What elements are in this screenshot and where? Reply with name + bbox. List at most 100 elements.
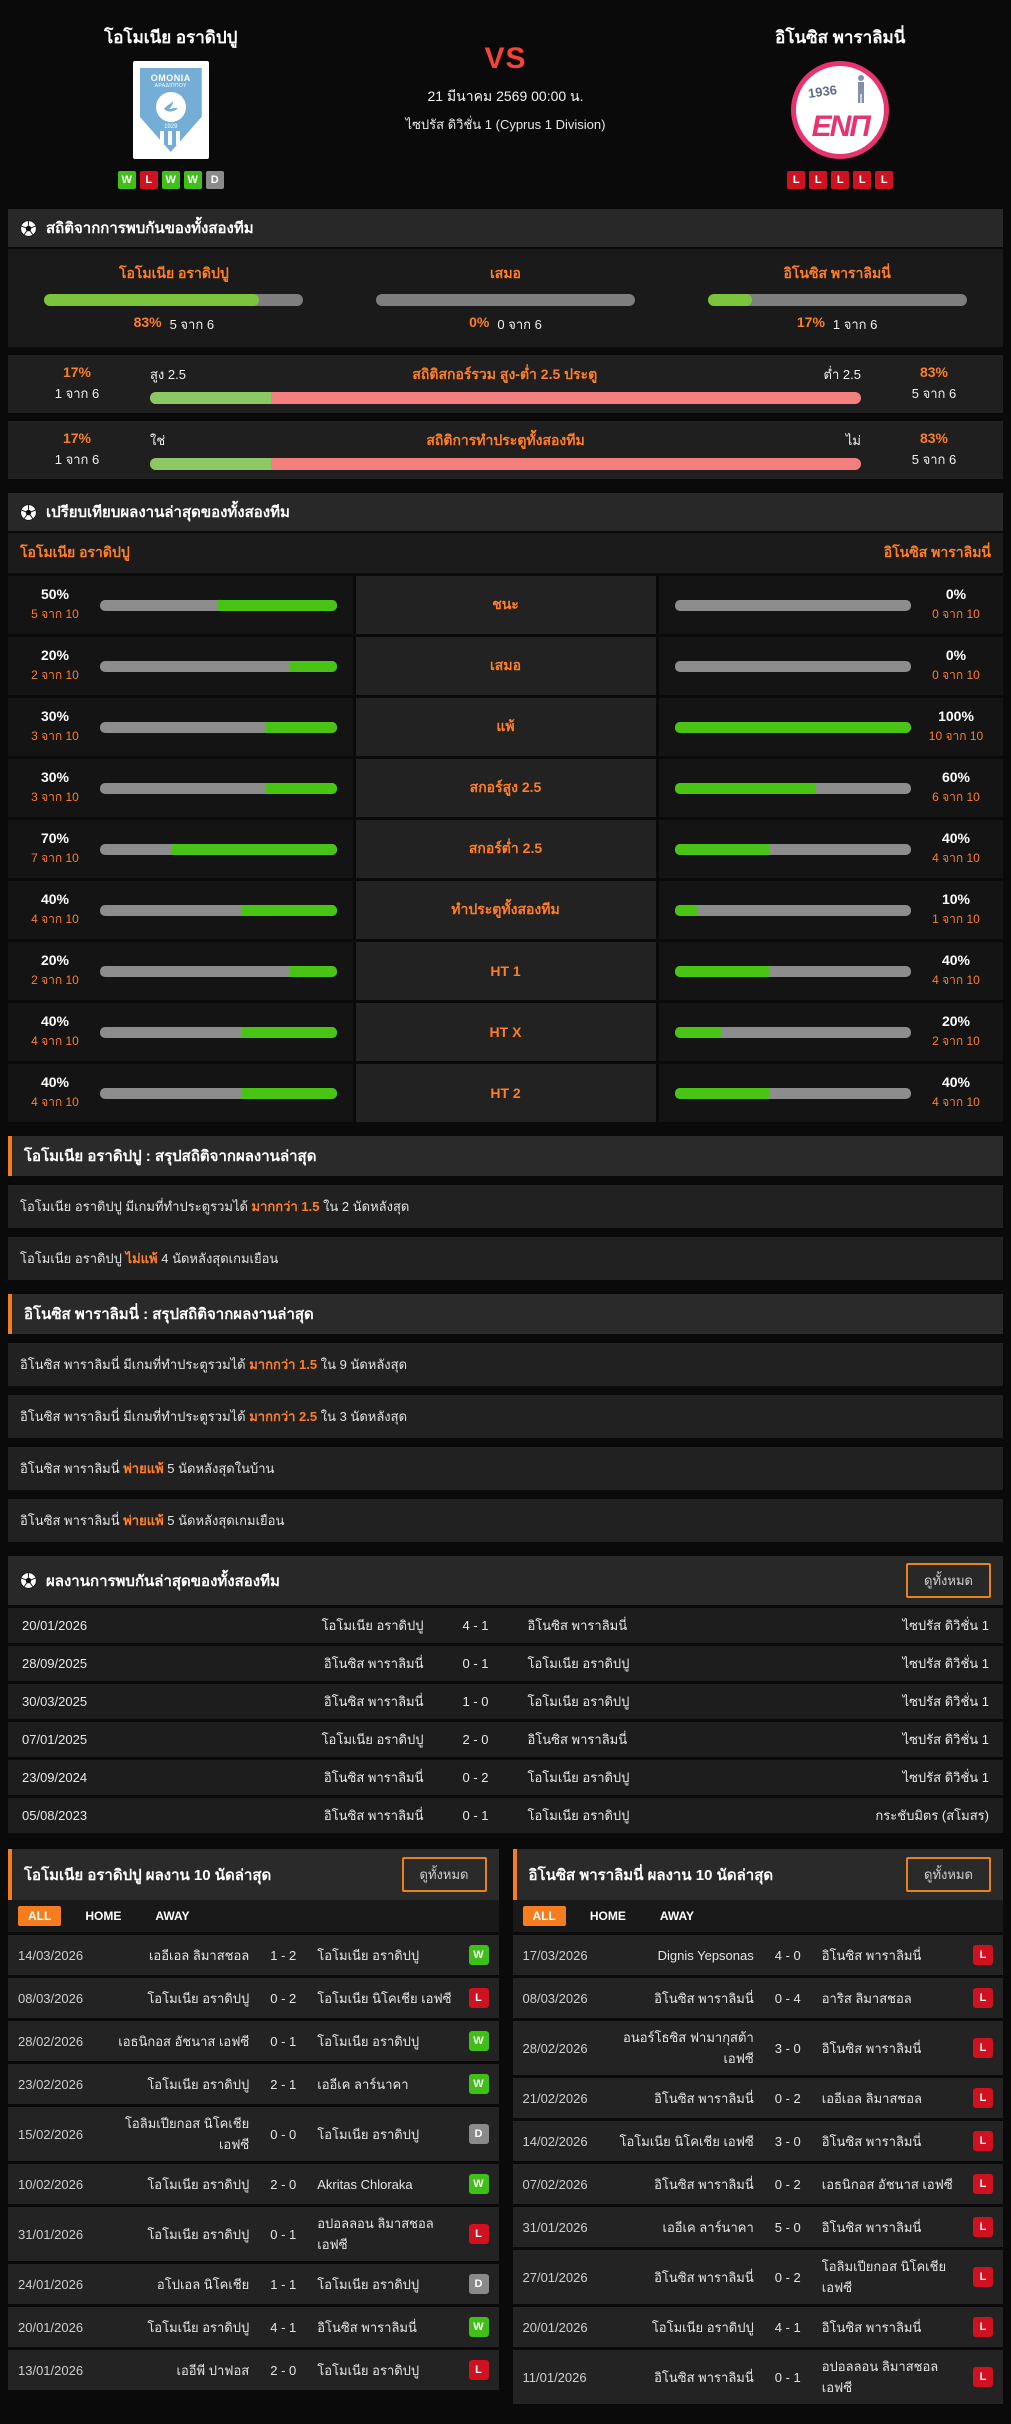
band-labels: ใช่ สถิติการทำประตูทั้งสองทีม ไม่	[150, 430, 861, 452]
compare-home-bar	[100, 661, 337, 672]
match-score: 0 - 1	[257, 2227, 309, 2242]
form-match-row[interactable]: 23/02/2026 โอโมเนีย อราดิปปู 2 - 1 เออีเ…	[8, 2064, 499, 2104]
compare-home-count: 7 จาก 10	[24, 849, 86, 868]
tab-away[interactable]: AWAY	[650, 1906, 704, 1926]
match-date: 31/01/2026	[18, 2227, 110, 2242]
view-all-button[interactable]: ดูทั้งหมด	[906, 1563, 991, 1598]
form-badge: L	[831, 171, 849, 189]
match-away-team: โอโมเนีย อราดิปปู	[516, 1805, 780, 1826]
form-match-row[interactable]: 24/01/2026 อโปเอล นิโคเชีย 1 - 1 โอโมเนี…	[8, 2264, 499, 2304]
compare-home-bar	[100, 844, 337, 855]
compare-row-label: สกอร์ต่ำ 2.5	[356, 820, 656, 878]
form-match-row[interactable]: 28/02/2026 เอธนิกอส อัชนาส เอฟซี 0 - 1 โ…	[8, 2021, 499, 2061]
form-badge: L	[140, 171, 158, 189]
stat-percent: 17%	[797, 314, 825, 335]
form-match-row[interactable]: 28/02/2026 อนอร์โธซิส ฟามากุสต้า เอฟซี 3…	[513, 2021, 1004, 2075]
home-team-block: โอโมเนีย อราดิปปู OMONIA ΑΡΑΔΙΠΠΟΥ 1929 …	[16, 18, 326, 189]
form-match-row[interactable]: 20/01/2026 โอโมเนีย อราดิปปู 4 - 1 อิโนซ…	[8, 2307, 499, 2347]
summary-text: ใน 2 นัดหลังสุด	[319, 1199, 409, 1214]
tab-home[interactable]: HOME	[75, 1906, 131, 1926]
form-match-row[interactable]: 20/01/2026 โอโมเนีย อราดิปปู 4 - 1 อิโนซ…	[513, 2307, 1004, 2347]
match-date: 08/03/2026	[523, 1991, 615, 2006]
compare-home-bar	[100, 966, 337, 977]
away-logo-year: 1936	[807, 82, 838, 101]
tab-away[interactable]: AWAY	[145, 1906, 199, 1926]
match-away-team: โอโมเนีย นิโคเชีย เอฟซี	[309, 1988, 456, 2009]
form-match-row[interactable]: 07/02/2026 อิโนซิส พาราลิมนี่ 0 - 2 เอธน…	[513, 2164, 1004, 2204]
compare-away-bar-fill	[675, 844, 770, 855]
summary-text: อิโนซิส พาราลิมนี่	[20, 1461, 123, 1476]
h2h-match-row[interactable]: 30/03/2025 อิโนซิส พาราลิมนี่ 1 - 0 โอโม…	[8, 1684, 1003, 1719]
compare-row: 20% 2 จาก 10 HT 1 40% 4 จาก 10	[8, 942, 1003, 1000]
view-all-button[interactable]: ดูทั้งหมด	[402, 1857, 487, 1892]
form-match-row[interactable]: 31/01/2026 โอโมเนีย อราดิปปู 0 - 1 อปอลล…	[8, 2207, 499, 2261]
compare-away-cell: 40% 4 จาก 10	[659, 942, 1004, 1000]
form-match-row[interactable]: 27/01/2026 อิโนซิส พาราลิมนี่ 0 - 2 โอลิ…	[513, 2250, 1004, 2304]
compare-home-numbers: 20% 2 จาก 10	[24, 647, 86, 685]
form-match-row[interactable]: 13/01/2026 เออีพี ปาฟอส 2 - 0 โอโมเนีย อ…	[8, 2350, 499, 2390]
summary-text: 4 นัดหลังสุดเกมเยือน	[158, 1251, 279, 1266]
compare-row-label: ทำประตูทั้งสองทีม	[356, 881, 656, 939]
form-match-row[interactable]: 11/01/2026 อิโนซิส พาราลิมนี่ 0 - 1 อปอล…	[513, 2350, 1004, 2404]
form-match-row[interactable]: 14/02/2026 โอโมเนีย นิโคเชีย เอฟซี 3 - 0…	[513, 2121, 1004, 2161]
form-match-row[interactable]: 31/01/2026 เออีเค ลาร์นาคา 5 - 0 อิโนซิส…	[513, 2207, 1004, 2247]
form-match-row[interactable]: 15/02/2026 โอลิมเปียกอส นิโคเชีย เอฟซี 0…	[8, 2107, 499, 2161]
compare-home-bar-fill	[242, 1088, 337, 1099]
form-match-row[interactable]: 08/03/2026 อิโนซิส พาราลิมนี่ 0 - 4 อาริ…	[513, 1978, 1004, 2018]
tab-all[interactable]: ALL	[18, 1906, 61, 1926]
compare-away-count: 1 จาก 10	[925, 910, 987, 929]
h2h-results-section: ผลงานการพบกันล่าสุดของทั้งสองทีม ดูทั้งห…	[8, 1556, 1003, 1833]
compare-away-count: 6 จาก 10	[925, 788, 987, 807]
result-badge: L	[973, 2367, 993, 2387]
match-score: 4 - 1	[436, 1618, 516, 1633]
form-match-row[interactable]: 17/03/2026 Dignis Yepsonas 4 - 0 อิโนซิส…	[513, 1935, 1004, 1975]
h2h-match-row[interactable]: 28/09/2025 อิโนซิส พาราลิมนี่ 0 - 1 โอโม…	[8, 1646, 1003, 1681]
form-match-row[interactable]: 10/02/2026 โอโมเนีย อราดิปปู 2 - 0 Akrit…	[8, 2164, 499, 2204]
compare-away-name: อิโนซิส พาราลิมนี่	[884, 542, 991, 564]
compare-away-numbers: 0% 0 จาก 10	[925, 586, 987, 624]
compare-home-bar	[100, 1088, 337, 1099]
tab-home[interactable]: HOME	[580, 1906, 636, 1926]
h2h-match-row[interactable]: 05/08/2023 อิโนซิส พาราลิมนี่ 0 - 1 โอโม…	[8, 1798, 1003, 1833]
summary-highlight: มากกว่า 2.5	[249, 1409, 317, 1424]
compare-away-cell: 0% 0 จาก 10	[659, 637, 1004, 695]
away-form-panel: อิโนซิส พาราลิมนี่ ผลงาน 10 นัดล่าสุด ดู…	[513, 1849, 1004, 2404]
compare-home-cell: 50% 5 จาก 10	[8, 576, 353, 634]
match-date: 07/01/2025	[22, 1732, 172, 1747]
form-match-row[interactable]: 14/03/2026 เออีเอล ลิมาสชอล 1 - 2 โอโมเน…	[8, 1935, 499, 1975]
compare-row: 50% 5 จาก 10 ชนะ 0% 0 จาก 10	[8, 576, 1003, 634]
h2h-match-row[interactable]: 23/09/2024 อิโนซิส พาราลิมนี่ 0 - 2 โอโม…	[8, 1760, 1003, 1795]
band-left-label: สูง 2.5	[150, 364, 186, 385]
form-badge: L	[853, 171, 871, 189]
view-all-button[interactable]: ดูทั้งหมด	[906, 1857, 991, 1892]
compare-away-percent: 100%	[925, 708, 987, 724]
match-home-team: โอโมเนีย อราดิปปู	[172, 1615, 436, 1636]
result-badge: L	[973, 2317, 993, 2337]
match-date: 28/02/2026	[18, 2034, 110, 2049]
match-home-team: เออีพี ปาฟอส	[110, 2360, 257, 2381]
tab-all[interactable]: ALL	[523, 1906, 566, 1926]
home-form-badges: W L W W D	[118, 171, 224, 189]
band-left-stats: 17% 1 จาก 6	[22, 364, 132, 404]
compare-away-percent: 0%	[925, 586, 987, 602]
match-date: 17/03/2026	[523, 1948, 615, 1963]
h2h-match-row[interactable]: 07/01/2025 โอโมเนีย อราดิปปู 2 - 0 อิโนซ…	[8, 1722, 1003, 1757]
match-away-team: อิโนซิส พาราลิมนี่	[516, 1729, 780, 1750]
stat-numbers: 0% 0 จาก 6	[469, 314, 542, 335]
match-score: 0 - 2	[762, 2177, 814, 2192]
compare-home-bar-fill	[218, 600, 336, 611]
form-match-row[interactable]: 21/02/2026 อิโนซิส พาราลิมนี่ 0 - 2 เออี…	[513, 2078, 1004, 2118]
band-middle: ใช่ สถิติการทำประตูทั้งสองทีม ไม่	[132, 430, 879, 470]
compare-home-bar-fill	[266, 722, 337, 733]
compare-away-cell: 40% 4 จาก 10	[659, 1064, 1004, 1122]
away-team-name: อิโนซิส พาราลิมนี่	[775, 24, 905, 51]
compare-home-cell: 30% 3 จาก 10	[8, 759, 353, 817]
h2h-match-row[interactable]: 20/01/2026 โอโมเนีย อราดิปปู 4 - 1 อิโนซ…	[8, 1608, 1003, 1643]
match-home-team: อิโนซิส พาราลิมนี่	[172, 1767, 436, 1788]
result-badge: W	[469, 2174, 489, 2194]
compare-away-bar	[675, 661, 912, 672]
form-match-row[interactable]: 08/03/2026 โอโมเนีย อราดิปปู 0 - 2 โอโมเ…	[8, 1978, 499, 2018]
compare-away-numbers: 40% 4 จาก 10	[925, 952, 987, 990]
result-badge: W	[469, 2317, 489, 2337]
home-logo-text: OMONIA	[151, 73, 191, 83]
